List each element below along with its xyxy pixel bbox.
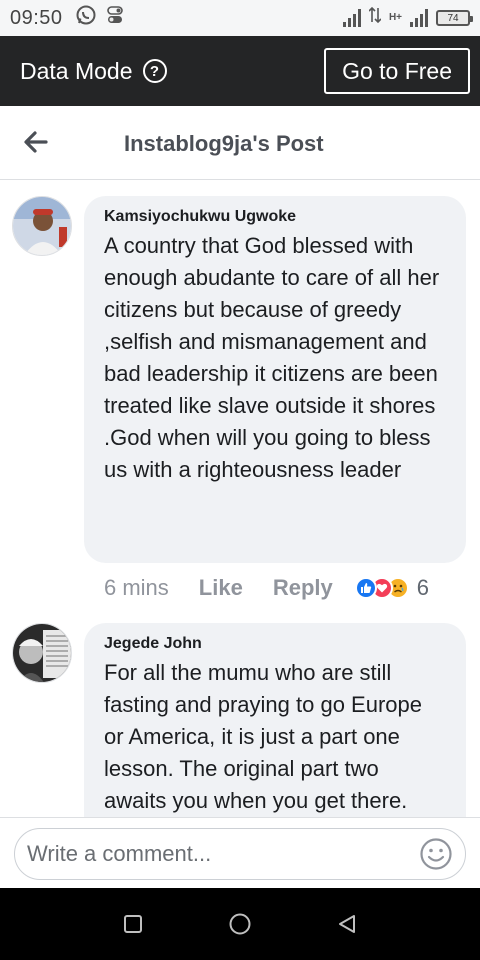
like-button[interactable]: Like — [199, 575, 243, 601]
comment-author[interactable]: Kamsiyochukwu Ugwoke — [104, 208, 446, 226]
help-icon[interactable]: ? — [142, 59, 167, 83]
comment-composer[interactable] — [14, 828, 466, 880]
home-icon[interactable] — [220, 904, 260, 944]
comment-bubble: Kamsiyochukwu Ugwoke A country that God … — [84, 196, 466, 563]
signal-icon-2 — [410, 9, 428, 27]
data-mode-bar: Data Mode ? Go to Free — [0, 36, 480, 106]
data-arrows-icon — [368, 6, 382, 30]
signal-icon — [342, 9, 361, 27]
back-icon[interactable] — [327, 904, 367, 944]
battery-level: 74 — [447, 12, 459, 24]
comment-composer-area — [0, 817, 480, 888]
avatar[interactable] — [12, 196, 72, 256]
comments-list: Kamsiyochukwu Ugwoke A country that God … — [0, 181, 480, 817]
go-to-free-button[interactable]: Go to Free — [324, 48, 470, 94]
comment-bubble: Jegede John For all the mumu who are sti… — [84, 623, 466, 817]
post-header: Instablog9ja's Post — [0, 106, 480, 180]
comment-text: A country that God blessed with enough a… — [104, 233, 440, 482]
comment-author[interactable]: Jegede John — [104, 635, 446, 653]
comment-text: For all the mumu who are still fasting a… — [104, 660, 423, 813]
comment-input[interactable] — [27, 841, 419, 867]
reaction-count: 6 — [416, 575, 429, 600]
battery-icon: 74 — [436, 10, 473, 26]
status-time: 09:50 — [10, 6, 63, 29]
back-arrow-icon[interactable] — [22, 128, 50, 156]
like-icon — [354, 577, 377, 599]
system-nav-bar — [0, 888, 480, 960]
data-mode: Data Mode ? — [20, 58, 167, 85]
emoji-icon[interactable] — [419, 837, 453, 871]
comment-actions: 6 mins Like Reply 6 — [104, 575, 429, 601]
network-type: H+ — [388, 12, 402, 23]
data-mode-label: Data Mode — [20, 57, 133, 84]
toggle-icon — [106, 6, 123, 30]
comment-time: 6 mins — [104, 575, 169, 600]
reactions-summary[interactable]: 6 — [354, 575, 429, 601]
whatsapp-icon — [75, 4, 97, 32]
page-title: Instablog9ja's Post — [124, 131, 324, 156]
status-bar: 09:50 H+ 74 — [0, 0, 480, 36]
reply-button[interactable]: Reply — [273, 575, 333, 601]
avatar[interactable] — [12, 623, 72, 683]
recent-apps-icon[interactable] — [113, 904, 153, 944]
